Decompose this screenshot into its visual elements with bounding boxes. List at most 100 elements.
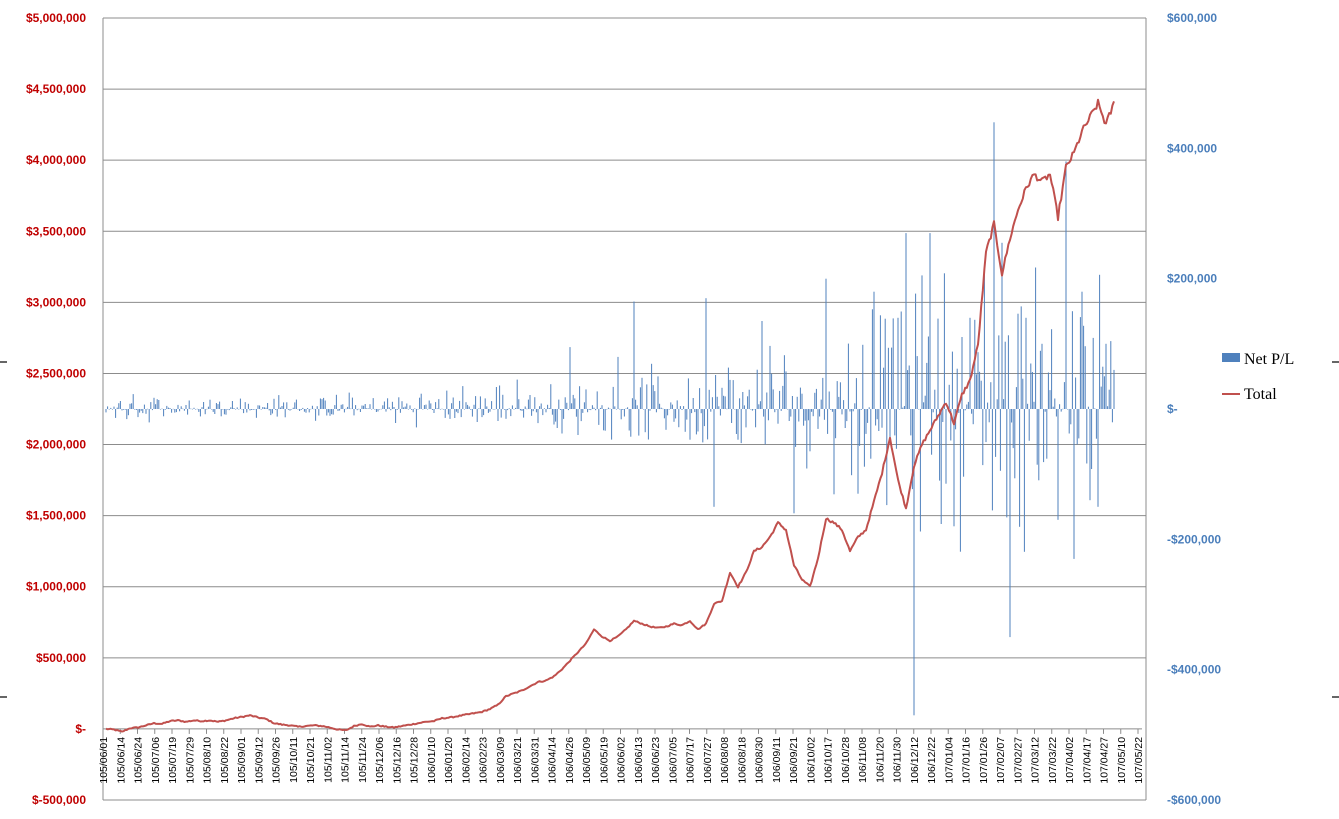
net-pl-bar <box>604 409 606 431</box>
net-pl-bar <box>158 400 160 409</box>
net-pl-bar <box>475 396 477 409</box>
net-pl-bar <box>623 409 625 417</box>
net-pl-bar <box>214 409 216 414</box>
net-pl-bar <box>1092 337 1094 409</box>
net-pl-bar <box>868 407 870 409</box>
net-pl-bar <box>795 409 797 447</box>
net-pl-bar <box>743 405 745 409</box>
net-pl-bar <box>451 403 453 409</box>
net-pl-bar <box>415 409 417 428</box>
net-pl-bar <box>811 409 813 412</box>
net-pl-bar <box>862 344 864 409</box>
net-pl-bar <box>745 409 747 428</box>
net-pl-bar <box>302 407 304 409</box>
net-pl-bar <box>809 409 811 452</box>
net-pl-bar <box>689 409 691 440</box>
net-pl-bar <box>310 408 312 410</box>
net-pl-bar <box>419 397 421 409</box>
net-pl-bar <box>227 409 229 410</box>
left-tick-label: $4,000,000 <box>26 153 86 167</box>
net-pl-bar <box>774 409 776 413</box>
net-pl-bar <box>422 409 424 410</box>
net-pl-bar <box>638 409 640 436</box>
net-pl-bar <box>1057 409 1059 520</box>
net-pl-bar <box>628 409 630 431</box>
net-pl-bar <box>945 409 947 484</box>
net-pl-bar <box>694 409 696 413</box>
net-pl-bar <box>603 409 605 431</box>
net-pl-bar <box>977 352 979 409</box>
net-pl-bar <box>489 409 491 412</box>
net-pl-bar <box>687 378 689 409</box>
net-pl-bar <box>700 409 702 414</box>
net-pl-bar <box>131 403 133 409</box>
x-tick-label: 105/11/02 <box>322 737 334 783</box>
net-pl-bar <box>470 409 472 410</box>
net-pl-bar <box>161 408 163 410</box>
net-pl-bar <box>294 402 296 409</box>
x-tick-label: 106/08/30 <box>754 737 766 784</box>
net-pl-bar <box>435 402 437 409</box>
net-pl-bar <box>382 405 384 409</box>
net-pl-bar <box>771 373 773 409</box>
net-pl-bar <box>801 393 803 409</box>
net-pl-bar <box>1102 366 1104 409</box>
net-pl-bar <box>175 409 177 413</box>
net-pl-bar <box>830 409 832 410</box>
net-pl-bar <box>233 408 235 409</box>
net-pl-bar <box>908 365 910 409</box>
net-pl-bar <box>806 409 808 469</box>
net-pl-bar <box>918 409 920 410</box>
net-pl-bar <box>278 395 280 409</box>
net-pl-bar <box>657 376 659 409</box>
net-pl-bar <box>879 315 881 409</box>
x-tick-label: 105/10/11 <box>288 737 300 783</box>
net-pl-bar <box>999 409 1001 471</box>
net-pl-bar <box>708 389 710 409</box>
x-tick-label: 106/06/02 <box>616 737 628 784</box>
net-pl-bar <box>1055 409 1057 417</box>
net-pl-bar <box>838 396 840 409</box>
right-tick-label: $- <box>1167 402 1178 416</box>
net-pl-bar <box>1107 406 1109 409</box>
net-pl-bar <box>132 394 134 409</box>
net-pl-bar <box>988 409 990 423</box>
net-pl-bar <box>1017 313 1019 409</box>
net-pl-bar <box>734 409 736 410</box>
net-pl-bar <box>207 406 209 409</box>
net-pl-bar <box>641 377 643 409</box>
net-pl-bar <box>201 407 203 409</box>
net-pl-bar <box>148 409 150 423</box>
net-pl-bar <box>983 272 985 409</box>
net-pl-bar <box>524 406 526 409</box>
net-pl-bar <box>620 409 622 420</box>
net-pl-bar <box>790 409 792 417</box>
net-pl-bar <box>750 409 752 410</box>
net-pl-bar <box>932 409 934 413</box>
net-pl-bar <box>804 409 806 421</box>
net-pl-bar <box>215 403 217 409</box>
net-pl-bar <box>270 409 272 416</box>
net-pl-bar <box>473 404 475 409</box>
net-pl-bar <box>785 371 787 409</box>
net-pl-bar <box>959 409 961 552</box>
net-pl-bar <box>878 409 880 431</box>
net-pl-bar <box>943 273 945 409</box>
x-tick-label: 105/11/14 <box>340 737 352 783</box>
net-pl-bar <box>647 409 649 440</box>
net-pl-bar <box>707 409 709 440</box>
net-pl-bar <box>699 388 701 409</box>
net-pl-bar <box>467 404 469 409</box>
legend-label-total: Total <box>1244 386 1277 403</box>
net-pl-bar <box>510 409 512 417</box>
net-pl-bar <box>639 387 641 409</box>
x-tick-label: 107/05/10 <box>1116 737 1128 784</box>
net-pl-bar <box>1062 408 1064 410</box>
net-pl-bar <box>300 409 302 410</box>
net-pl-bar <box>206 408 208 410</box>
net-pl-bar <box>507 409 509 411</box>
net-pl-bar <box>262 407 264 409</box>
net-pl-bar <box>495 387 497 409</box>
right-tick-label: -$200,000 <box>1167 532 1221 546</box>
net-pl-bar <box>980 380 982 409</box>
